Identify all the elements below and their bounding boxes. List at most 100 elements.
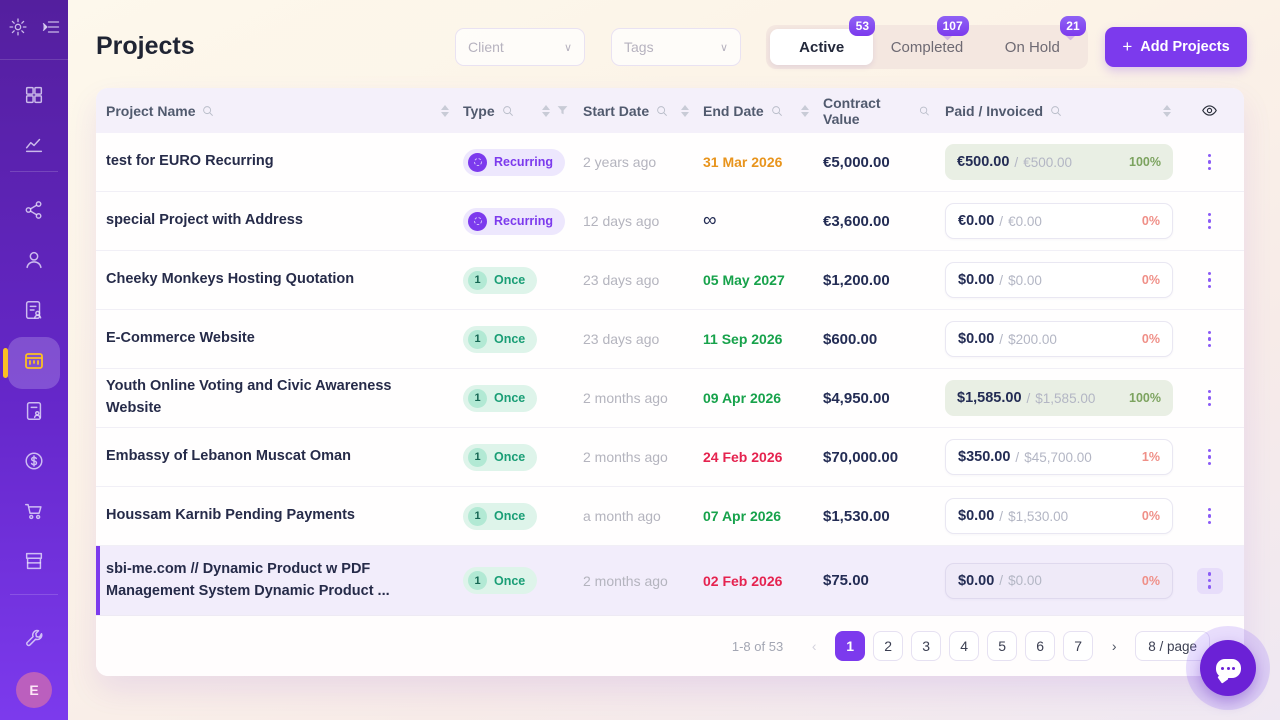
- sidebar-item-projects-active[interactable]: [8, 337, 60, 389]
- filter-icon[interactable]: [556, 104, 569, 117]
- search-icon[interactable]: [201, 104, 215, 118]
- project-name[interactable]: test for EURO Recurring: [106, 151, 463, 173]
- table-row[interactable]: special Project with Address Recurring R…: [96, 192, 1244, 251]
- project-name[interactable]: special Project with Address: [106, 210, 463, 232]
- tags-placeholder: Tags: [624, 39, 654, 55]
- row-menu-icon[interactable]: [1197, 444, 1223, 470]
- column-project-name[interactable]: Project Name: [106, 103, 463, 119]
- column-start-date[interactable]: Start Date: [583, 103, 703, 119]
- client-filter-select[interactable]: Client ∨: [455, 28, 585, 66]
- sidebar-item-proposals[interactable]: [0, 391, 68, 435]
- start-date: 2 months ago: [583, 449, 703, 465]
- menu-unfold-icon[interactable]: [41, 17, 61, 42]
- project-name[interactable]: E-Commerce Website: [106, 328, 463, 350]
- table-row[interactable]: Youth Online Voting and Civic Awareness …: [96, 369, 1244, 428]
- paid-invoiced-pill[interactable]: $350.00 / $45,700.00 1%: [945, 439, 1173, 475]
- paid-amount: $350.00: [958, 449, 1010, 465]
- tags-filter-select[interactable]: Tags ∨: [611, 28, 741, 66]
- column-visibility[interactable]: [1185, 102, 1234, 119]
- tab-active[interactable]: Active 53: [770, 29, 873, 65]
- next-page-button[interactable]: ›: [1101, 638, 1127, 654]
- pagination: 1-8 of 53 ‹ 1234567 › 8 / page: [96, 615, 1244, 676]
- paid-invoiced-pill[interactable]: €0.00 / €0.00 0%: [945, 203, 1173, 239]
- settings-icon[interactable]: [8, 17, 28, 42]
- table-row[interactable]: Embassy of Lebanon Muscat Oman Once 1 On…: [96, 428, 1244, 487]
- row-menu-icon[interactable]: [1197, 326, 1223, 352]
- row-menu-icon[interactable]: [1197, 503, 1223, 529]
- table-row[interactable]: Cheeky Monkeys Hosting Quotation Once 1 …: [96, 251, 1244, 310]
- actions-cell: [1185, 385, 1234, 411]
- row-menu-icon[interactable]: [1197, 267, 1223, 293]
- search-icon[interactable]: [655, 104, 669, 118]
- row-menu-icon[interactable]: [1197, 385, 1223, 411]
- search-icon[interactable]: [770, 104, 784, 118]
- column-end-date[interactable]: End Date: [703, 103, 823, 119]
- column-type[interactable]: Type: [463, 103, 583, 119]
- type-badge-once: 1 Once: [463, 267, 537, 294]
- paid-invoiced-pill[interactable]: $0.00 / $0.00 0%: [945, 262, 1173, 298]
- project-name[interactable]: sbi-me.com // Dynamic Product w PDF Mana…: [106, 559, 463, 603]
- sorter-icon[interactable]: [1163, 105, 1171, 117]
- paid-invoiced-pill[interactable]: €500.00 / €500.00 100%: [945, 144, 1173, 180]
- eye-icon[interactable]: [1201, 102, 1218, 119]
- table-row[interactable]: Houssam Karnib Pending Payments Once 1 O…: [96, 487, 1244, 546]
- table-row[interactable]: sbi-me.com // Dynamic Product w PDF Mana…: [96, 546, 1244, 615]
- project-name[interactable]: Cheeky Monkeys Hosting Quotation: [106, 269, 463, 291]
- page-button[interactable]: 2: [873, 631, 903, 661]
- count-badge: 53: [849, 16, 875, 36]
- prev-page-button[interactable]: ‹: [801, 638, 827, 654]
- page-button[interactable]: 1: [835, 631, 865, 661]
- paid-percent: 1%: [1142, 450, 1160, 464]
- page-button[interactable]: 5: [987, 631, 1017, 661]
- paid-amount: $0.00: [958, 508, 994, 524]
- project-name[interactable]: Youth Online Voting and Civic Awareness …: [106, 376, 463, 420]
- paid-invoiced-pill[interactable]: $0.00 / $200.00 0%: [945, 321, 1173, 357]
- column-paid-invoiced[interactable]: Paid / Invoiced: [945, 103, 1185, 119]
- project-name[interactable]: Houssam Karnib Pending Payments: [106, 505, 463, 527]
- sorter-icon[interactable]: [441, 105, 449, 117]
- sidebar-item-analytics[interactable]: [0, 125, 68, 169]
- table-row[interactable]: test for EURO Recurring Recurring Recurr…: [96, 133, 1244, 192]
- search-icon[interactable]: [501, 104, 515, 118]
- chat-widget-button[interactable]: [1200, 640, 1256, 696]
- sidebar-item-cart[interactable]: [0, 491, 68, 535]
- paid-invoiced-pill[interactable]: $1,585.00 / $1,585.00 100%: [945, 380, 1173, 416]
- sidebar-item-payments[interactable]: [0, 441, 68, 485]
- page-buttons: 1234567: [835, 631, 1093, 661]
- row-menu-icon[interactable]: [1197, 568, 1223, 594]
- sidebar-item-tools[interactable]: [0, 619, 68, 663]
- document-person-icon: [23, 400, 45, 427]
- page-button[interactable]: 3: [911, 631, 941, 661]
- sorter-icon[interactable]: [681, 105, 689, 117]
- table-row[interactable]: E-Commerce Website Once 1 Once 23 days a…: [96, 310, 1244, 369]
- tab-on-hold[interactable]: On Hold 21: [981, 29, 1084, 65]
- page-button[interactable]: 6: [1025, 631, 1055, 661]
- column-label: Type: [463, 103, 495, 119]
- sidebar-item-store[interactable]: [0, 541, 68, 585]
- project-name[interactable]: Embassy of Lebanon Muscat Oman: [106, 446, 463, 468]
- search-icon[interactable]: [918, 104, 931, 118]
- actions-cell: [1185, 568, 1234, 594]
- add-projects-button[interactable]: + Add Projects: [1105, 27, 1247, 67]
- row-menu-icon[interactable]: [1197, 208, 1223, 234]
- tab-completed[interactable]: Completed 107: [875, 29, 978, 65]
- page-button[interactable]: 7: [1063, 631, 1093, 661]
- column-label: Paid / Invoiced: [945, 103, 1043, 119]
- page-button[interactable]: 4: [949, 631, 979, 661]
- paid-invoiced-pill[interactable]: $0.00 / $1,530.00 0%: [945, 498, 1173, 534]
- invoiced-amount: $0.00: [1008, 573, 1042, 588]
- sorter-icon[interactable]: [801, 105, 809, 117]
- search-icon[interactable]: [1049, 104, 1063, 118]
- sidebar-item-share[interactable]: [0, 190, 68, 234]
- sidebar-item-contracts[interactable]: [0, 290, 68, 334]
- paid-invoiced-pill[interactable]: $0.00 / $0.00 0%: [945, 563, 1173, 599]
- page-title: Projects: [96, 32, 195, 61]
- actions-cell: [1185, 267, 1234, 293]
- sorter-icon[interactable]: [542, 105, 550, 117]
- user-avatar[interactable]: E: [16, 672, 52, 708]
- sidebar-item-clients[interactable]: [0, 240, 68, 284]
- column-contract-value[interactable]: Contract Value: [823, 95, 945, 127]
- sidebar-item-dashboard[interactable]: [0, 75, 68, 119]
- row-menu-icon[interactable]: [1197, 149, 1223, 175]
- paid-cell: $0.00 / $200.00 0%: [945, 321, 1185, 357]
